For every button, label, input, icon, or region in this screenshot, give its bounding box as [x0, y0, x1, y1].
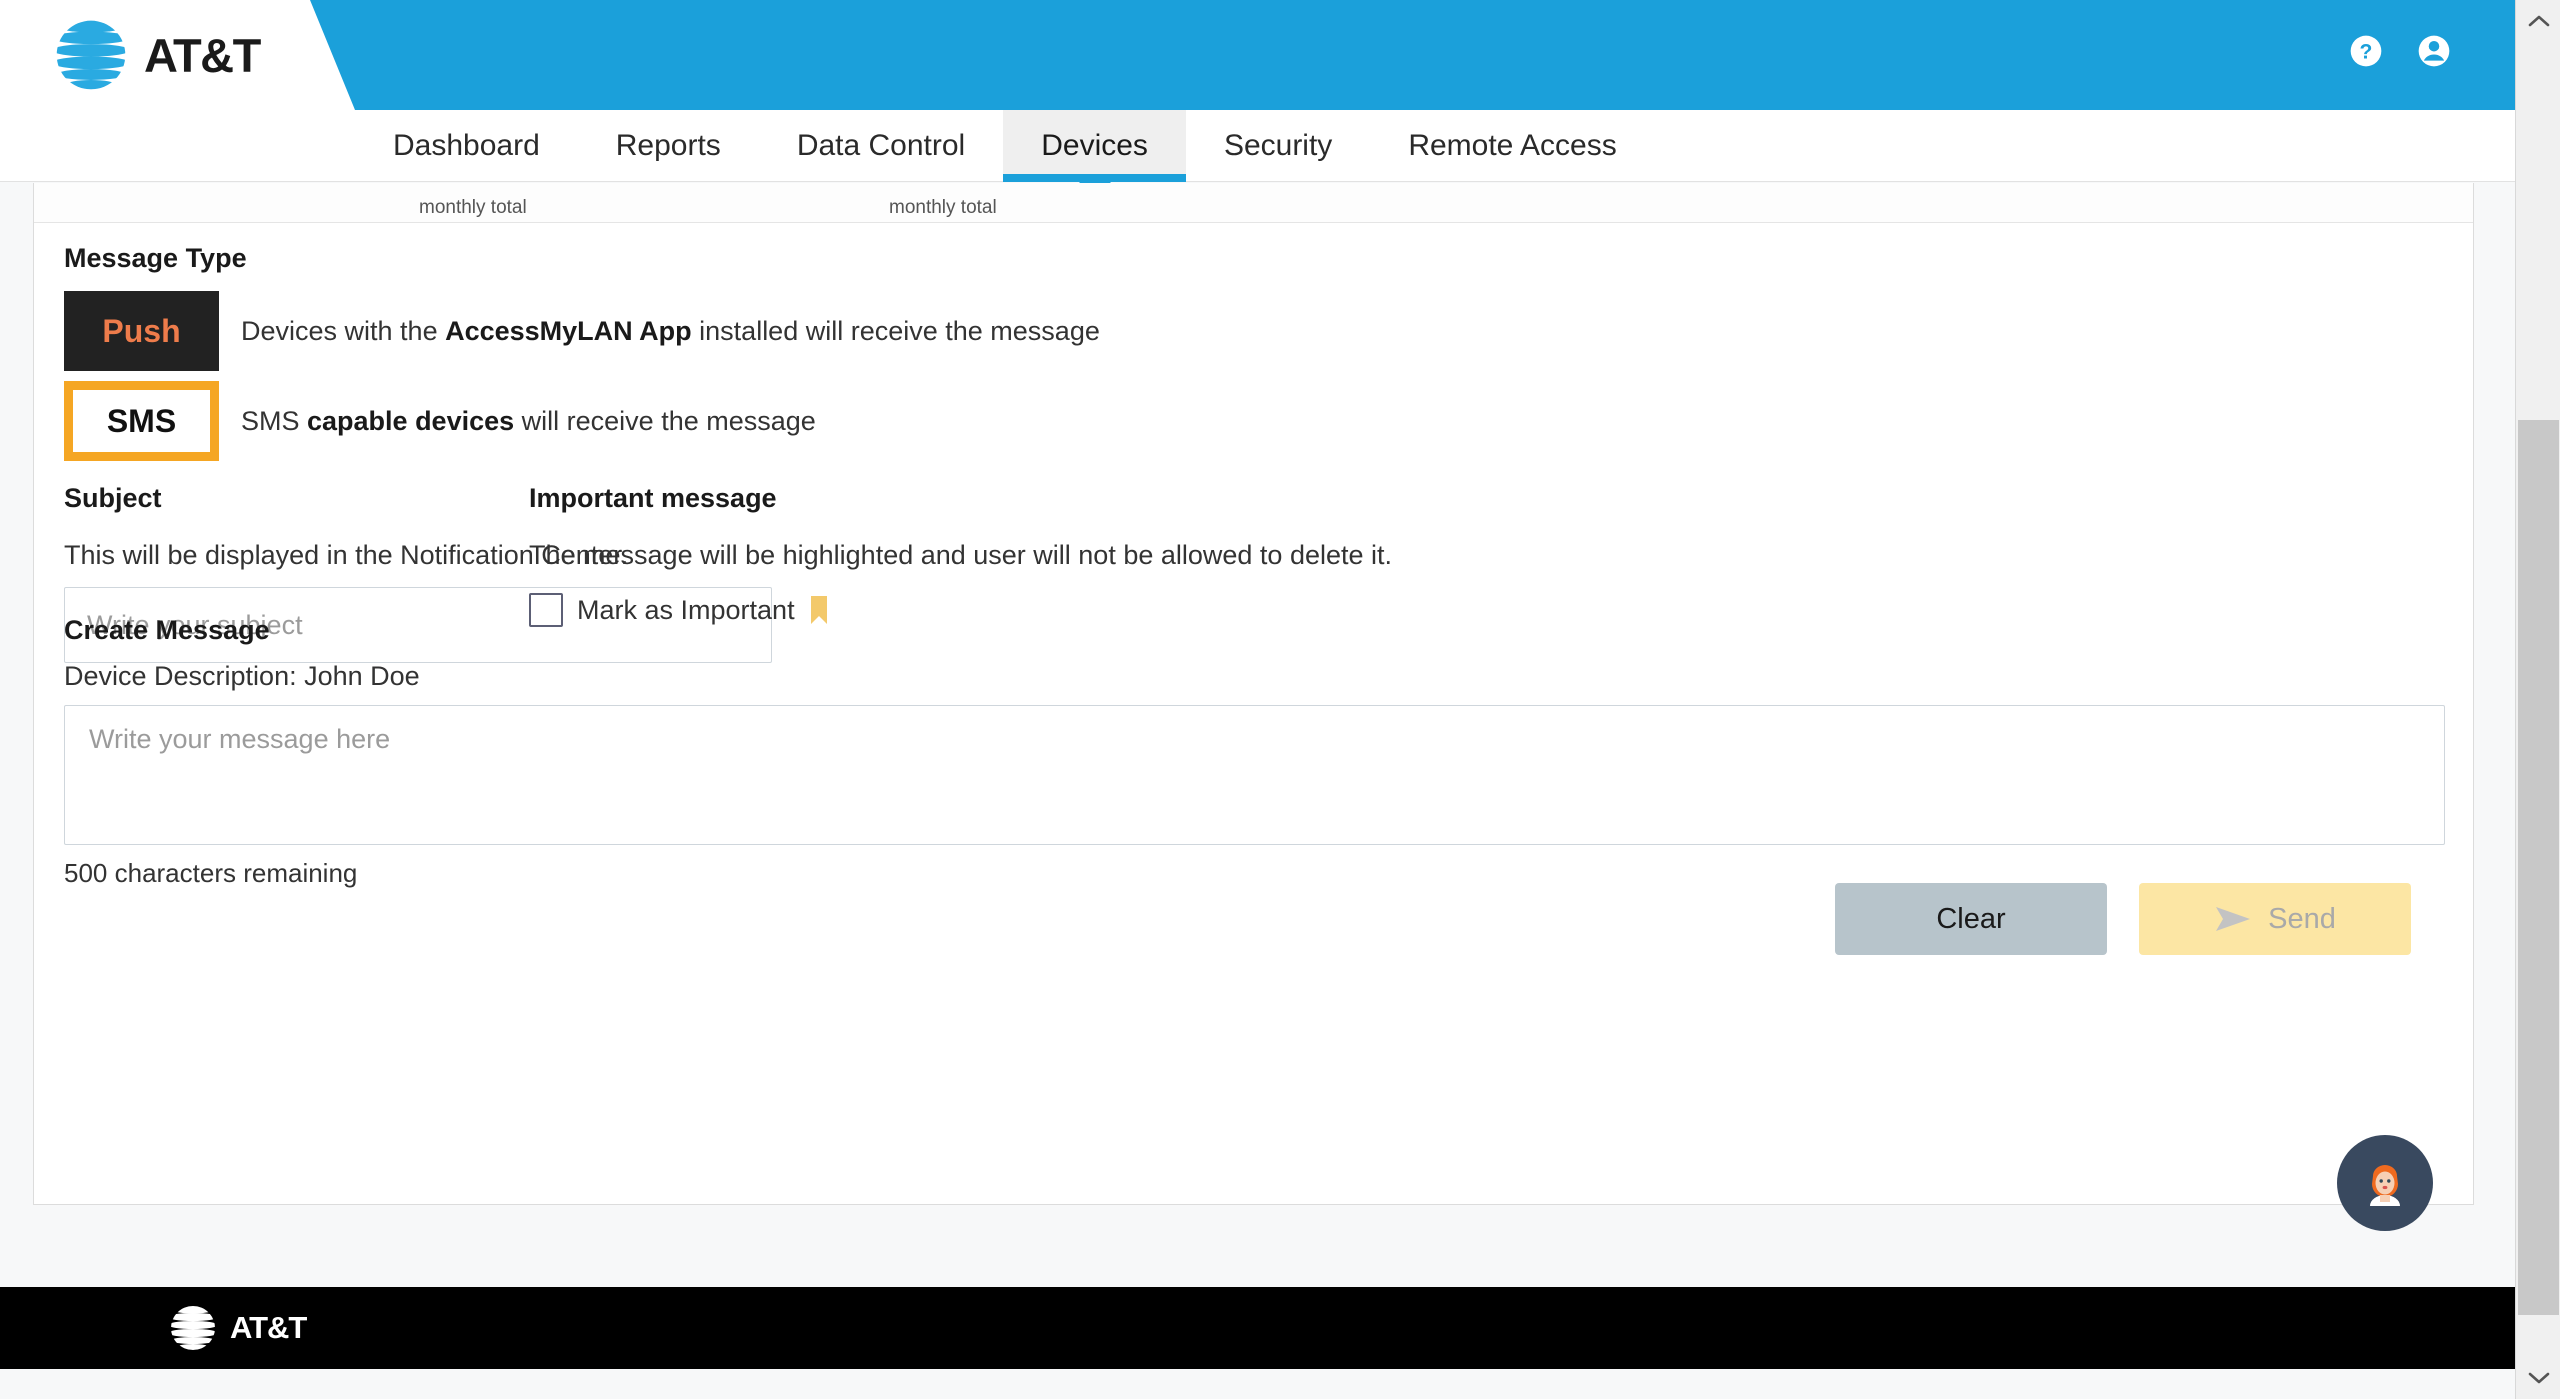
important-message-column: Important message The message will be hi… [529, 483, 1629, 627]
stat-caption-right: monthly total [889, 197, 997, 218]
scroll-down-button[interactable] [2516, 1357, 2560, 1399]
send-button-label: Send [2268, 902, 2336, 935]
send-button[interactable]: Send [2139, 883, 2411, 955]
main-navigation: Dashboard Reports Data Control Devices S… [0, 110, 2515, 198]
nav-label: Reports [615, 129, 721, 162]
page-frame: AT&T ? Dashboard Reports Data Control De… [0, 0, 2515, 1399]
sms-chip-label: SMS [106, 402, 177, 439]
push-description: Devices with the AccessMyLAN App install… [241, 316, 1100, 347]
top-header: AT&T ? [0, 0, 2515, 110]
message-type-sms-row[interactable]: SMS SMS capable devices will receive the… [64, 381, 816, 461]
chat-assistant-avatar-icon [2356, 1154, 2414, 1212]
push-desc-bold: AccessMyLAN App [445, 315, 692, 346]
sms-desc-before: SMS [241, 405, 308, 436]
footer-att-globe-icon [168, 1303, 218, 1353]
mark-as-important-row[interactable]: Mark as Important [529, 593, 1629, 627]
sms-desc-bold: capable devices [307, 405, 515, 436]
chevron-down-icon [2528, 1371, 2550, 1385]
nav-item-dashboard[interactable]: Dashboard [355, 110, 578, 182]
account-icon[interactable] [2411, 28, 2457, 74]
important-heading: Important message [529, 483, 777, 513]
mark-as-important-checkbox[interactable] [529, 593, 563, 627]
send-paper-plane-icon [2214, 904, 2252, 934]
nav-item-security[interactable]: Security [1186, 110, 1370, 182]
sms-description: SMS capable devices will receive the mes… [241, 406, 816, 437]
header-icon-group: ? [2343, 28, 2457, 74]
message-form-card: monthly total monthly total Message Type… [33, 183, 2474, 1205]
app-viewport: AT&T ? Dashboard Reports Data Control De… [0, 0, 2560, 1399]
clear-button-label: Clear [1936, 902, 2006, 935]
nav-label: Devices [1041, 129, 1148, 162]
att-brand-logo[interactable]: AT&T [52, 16, 261, 94]
nav-item-devices[interactable]: Devices [1003, 110, 1186, 198]
nav-item-reports[interactable]: Reports [578, 110, 759, 182]
sms-desc-after: will receive the message [514, 405, 816, 436]
help-icon[interactable]: ? [2343, 28, 2389, 74]
bookmark-flag-icon [809, 595, 829, 625]
device-description-label: Device Description: John Doe [64, 661, 420, 691]
stat-caption-left: monthly total [419, 197, 527, 218]
push-type-chip[interactable]: Push [64, 291, 219, 371]
footer-att-logo: AT&T [168, 1303, 307, 1353]
footer-att-wordmark: AT&T [230, 1310, 307, 1345]
nav-item-list: Dashboard Reports Data Control Devices S… [355, 110, 1655, 198]
svg-text:?: ? [2360, 41, 2373, 64]
push-desc-after: installed will receive the message [691, 315, 1100, 346]
create-message-heading: Create Message [64, 615, 270, 645]
scrollbar-thumb[interactable] [2518, 420, 2559, 1315]
message-textarea[interactable] [64, 705, 2445, 845]
scroll-up-button[interactable] [2516, 0, 2560, 42]
sms-type-chip[interactable]: SMS [64, 381, 219, 461]
nav-item-data-control[interactable]: Data Control [759, 110, 1003, 182]
nav-label: Security [1223, 129, 1333, 162]
form-action-buttons: Clear Send [1835, 883, 2411, 955]
chevron-up-icon [2528, 14, 2550, 28]
character-counter: 500 characters remaining [64, 858, 358, 888]
chat-assistant-button[interactable] [2337, 1135, 2433, 1231]
page-footer: AT&T [0, 1287, 2515, 1369]
nav-label: Data Control [796, 129, 966, 162]
nav-item-remote-access[interactable]: Remote Access [1370, 110, 1654, 182]
nav-label: Dashboard [393, 129, 540, 162]
nav-label: Remote Access [1408, 129, 1617, 162]
important-help-text: The message will be highlighted and user… [529, 540, 1393, 570]
mark-as-important-label: Mark as Important [577, 594, 795, 625]
clear-button[interactable]: Clear [1835, 883, 2107, 955]
att-globe-icon [52, 16, 130, 94]
push-desc-before: Devices with the [241, 315, 446, 346]
push-chip-label: Push [102, 312, 181, 349]
stats-strip: monthly total monthly total [34, 183, 2473, 223]
att-wordmark: AT&T [144, 28, 261, 82]
message-type-heading: Message Type [64, 243, 247, 273]
message-type-push-row[interactable]: Push Devices with the AccessMyLAN App in… [64, 291, 1100, 371]
page-scrollbar[interactable] [2515, 0, 2560, 1399]
